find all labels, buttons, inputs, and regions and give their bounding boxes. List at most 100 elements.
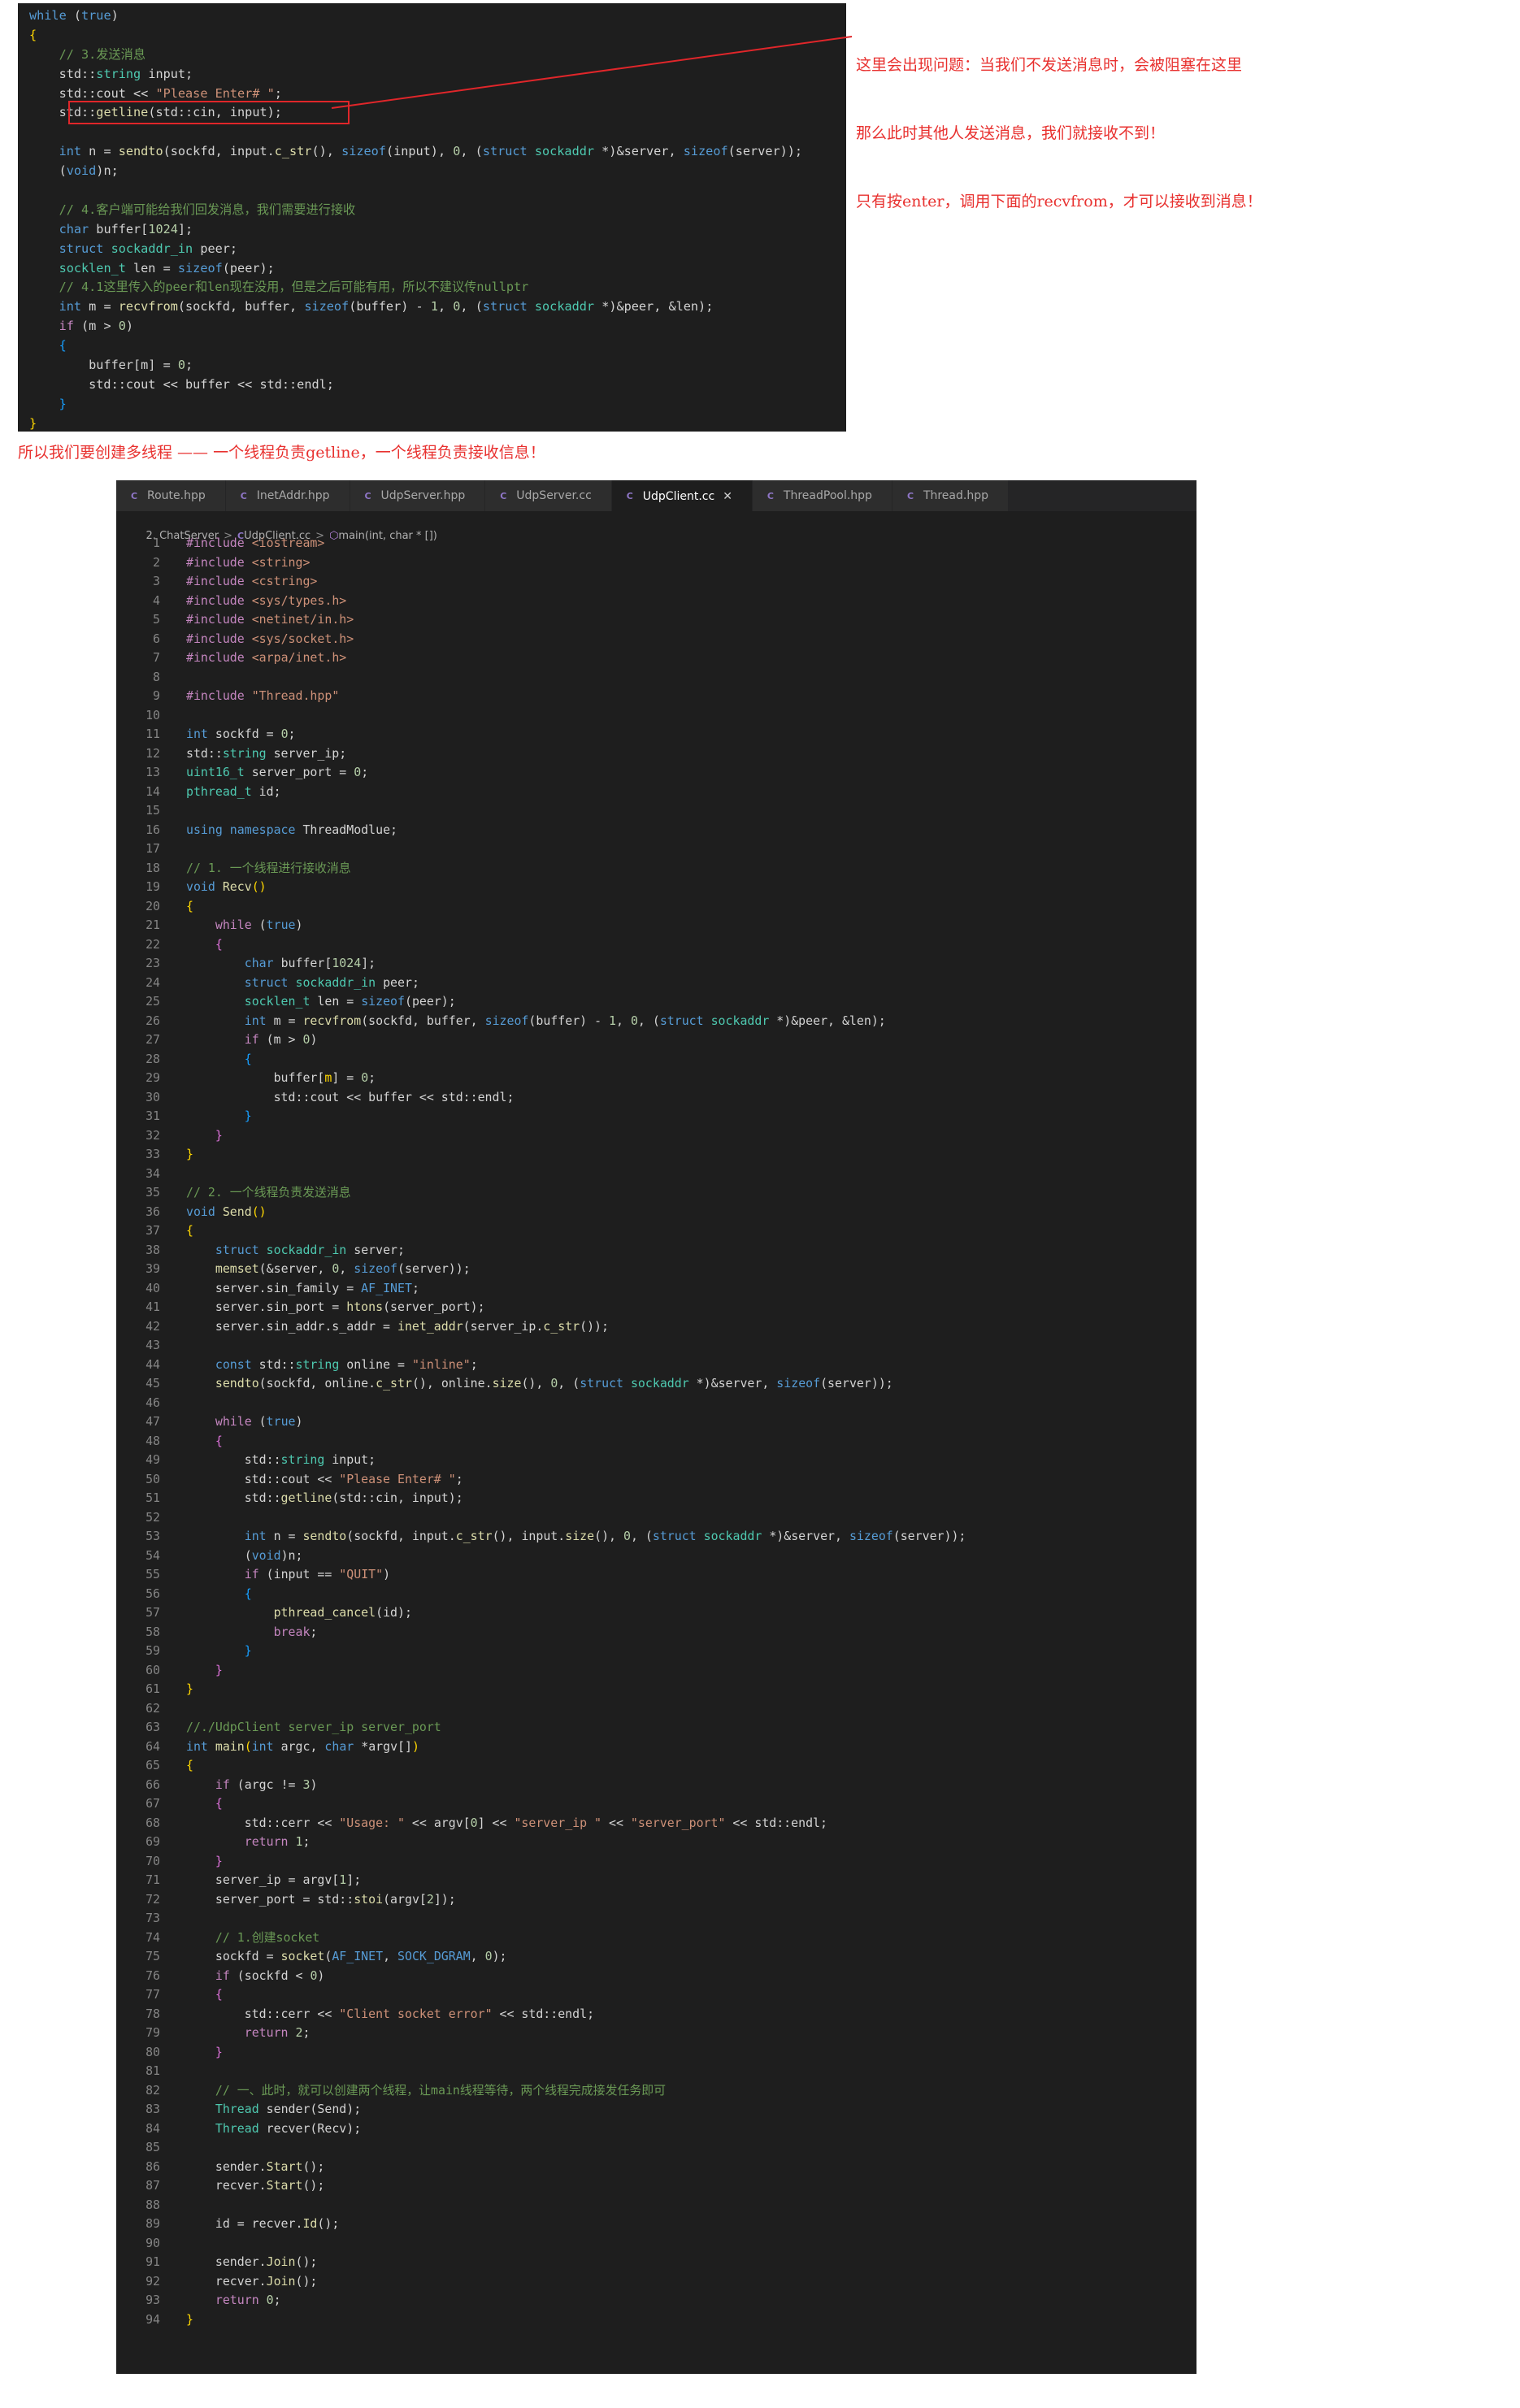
code-token: server.sin_port = [186,1299,347,1314]
code-token: // 4.客户端可能给我们回发消息，我们需要进行接收 [59,202,356,217]
tab-inetaddr-hpp[interactable]: C InetAddr.hpp [225,480,350,511]
code-token: (argc != [229,1777,303,1792]
code-token: c_str [455,1529,493,1543]
code-line: { [29,336,802,356]
code-token: sockaddr [703,1529,762,1543]
tab-udpclient-cc[interactable]: C UdpClient.cc ✕ [611,480,753,511]
tab-thread-hpp[interactable]: C Thread.hpp [892,480,1009,511]
code-token: ]); [433,1891,456,1907]
code-token: )n; [280,1547,303,1563]
code-line: // 2. 一个线程负责发送消息 [186,1183,966,1203]
tab-label: Thread.hpp [923,489,988,502]
code-token: , ( [637,1013,660,1028]
code-token: } [244,1109,252,1123]
line-number: 73 [145,1911,160,1925]
code-token: (sockfd < [229,1968,311,1983]
code-token: getline [280,1490,332,1505]
code-token: true [266,1414,296,1429]
code-line: #include <string> [186,553,966,573]
code-token: 0 [484,1949,493,1963]
code-token: 0 [361,1070,369,1085]
code-line: if (input == "QUIT") [186,1565,966,1585]
tab-threadpool-hpp[interactable]: C ThreadPool.hpp [752,480,892,511]
code-line: } [186,1126,966,1146]
cpp-file-icon: C [364,490,371,501]
code-line: ​ [186,706,966,726]
line-number: 54 [145,1547,160,1563]
code-line: // 4.客户端可能给我们回发消息，我们需要进行接收 [29,201,802,220]
code-line: { [186,1221,966,1241]
code-token: 1024 [332,956,362,970]
code-token: recvfrom [118,299,178,315]
code-token: (input), [385,144,454,159]
line-number: 43 [145,1338,160,1352]
code-line: Thread recver(Recv); [186,2119,966,2139]
code-token: (buffer) - [349,299,431,315]
code-token: ( [244,1738,252,1754]
tab-route-hpp[interactable]: C Route.hpp [116,480,226,511]
code-token: struct [215,1242,259,1257]
code-line: int main(int argc, char *argv[]) [186,1738,966,1757]
code-token: (sockfd, buffer, [177,299,305,315]
code-token: ) [310,1777,318,1792]
code-token: "QUIT" [339,1567,384,1581]
code-token: void [251,1547,281,1563]
code-token: //./UdpClient server_ip server_port [186,1720,441,1734]
code-token: (server)); [892,1529,966,1543]
code-token: (); [295,2254,318,2269]
code-token: if [244,1032,259,1047]
line-number: 32 [145,1127,160,1143]
line-number: 55 [145,1567,160,1581]
code-token: memset [215,1261,259,1276]
code-line: return 2; [186,2024,966,2043]
code-line: std::string server_ip; [186,744,966,764]
line-number: 37 [145,1223,160,1238]
code-token: } [244,1643,252,1658]
code-token: (); [317,2216,340,2231]
line-number: 7 [153,650,160,665]
code-token: *)&server, [688,1376,777,1391]
line-number: 20 [145,898,160,913]
code-line: } [29,414,802,432]
code-token: ) [310,1032,318,1047]
code-token: "Client socket error" [339,2006,493,2021]
code-token: (buffer) - [528,1013,610,1028]
code-token: char [324,1738,354,1754]
tab-udpserver-cc[interactable]: C UdpServer.cc [485,480,612,511]
line-number: 63 [145,1720,160,1734]
code-token: #include [186,631,245,646]
tab-udpserver-hpp[interactable]: C UdpServer.hpp [350,480,486,511]
code-line: sender.Start(); [186,2158,966,2177]
code-token: } [186,2311,193,2327]
code-token: struct [580,1376,623,1391]
code-line: std::string input; [186,1451,966,1470]
code-token: } [215,1662,223,1677]
tab-label: UdpServer.hpp [380,489,466,502]
code-line: std::cerr << "Client socket error" << st… [186,2005,966,2024]
line-number: 60 [145,1662,160,1677]
code-line: // 4.1这里传入的peer和len现在没用，但是之后可能有用，所以不建议传n… [29,278,802,297]
code-text-area[interactable]: #include <iostream> #include <string> #inc… [186,534,966,2329]
close-icon[interactable]: ✕ [723,490,732,503]
code-token: std::cout << buffer << std::endl; [186,1089,515,1104]
code-line: if (argc != 3) [186,1776,966,1795]
code-token: ) [125,319,134,334]
code-line: { [186,1756,966,1776]
code-token: ( [186,1547,252,1563]
code-token: m = [266,1013,303,1028]
code-line: int n = sendto(sockfd, input.c_str(), in… [186,1527,966,1547]
code-line: char buffer[1024]; [29,220,802,240]
code-token: struct [659,1013,704,1028]
code-line: const std::string online = "inline"; [186,1356,966,1375]
code-token: (server)); [820,1376,893,1391]
code-token: namespace [229,822,296,837]
line-number: 34 [145,1165,160,1181]
code-token: Start [266,2178,303,2193]
